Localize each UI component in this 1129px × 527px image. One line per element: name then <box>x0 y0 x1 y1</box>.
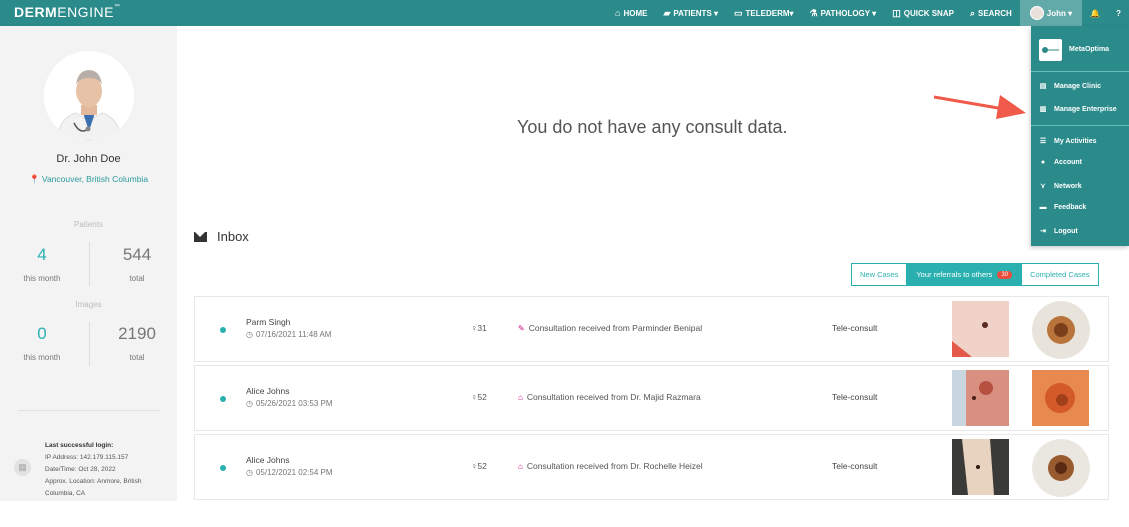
patient-age: ♀52 <box>471 461 487 471</box>
menu-feedback[interactable]: ▬ Feedback <box>1039 204 1087 211</box>
notifications-bell-icon[interactable]: 🔔 <box>1082 0 1108 26</box>
nav-search[interactable]: ⌕ SEARCH <box>962 0 1020 26</box>
inbox-row[interactable]: Alice Johns ◷ 05/12/2021 02:54 PM ♀52 ⌂ Co… <box>194 434 1109 500</box>
dermoscopy-image-thumbnail[interactable] <box>1032 439 1090 497</box>
house-icon: ⌂ <box>518 462 523 471</box>
nav-patients[interactable]: ▰ PATIENTS ▾ <box>655 0 726 26</box>
last-login-info: Last successful login: IP Address: 142.1… <box>45 442 142 497</box>
patient-name: Alice Johns <box>246 455 290 465</box>
envelope-icon <box>194 231 207 242</box>
images-label: Images <box>75 300 102 309</box>
home-icon: ⌂ <box>615 8 621 18</box>
clock-icon: ◷ <box>246 468 253 477</box>
doctor-name: Dr. John Doe <box>56 153 121 165</box>
inbox-row[interactable]: Parm Singh ◷ 07/16/2021 11:48 AM ♀31 ✎ Con… <box>194 296 1109 362</box>
clinical-image-thumbnail[interactable] <box>952 370 1009 426</box>
nav-home[interactable]: ⌂ HOME <box>607 0 655 26</box>
consult-type: Tele-consult <box>832 461 878 471</box>
camera-icon: ◫ <box>892 7 901 18</box>
consult-status: ⌂ Consultation received from Dr. Rochelle… <box>518 461 703 471</box>
case-date: ◷ 07/16/2021 11:48 AM <box>246 330 332 339</box>
annotation-arrow-icon <box>933 95 1026 119</box>
images-total: 2190 total <box>118 324 156 362</box>
menu-logout[interactable]: ⇥ Logout <box>1039 227 1078 236</box>
case-date: ◷ 05/26/2021 03:53 PM <box>246 399 333 408</box>
inbox-tabs: New Cases Your referrals to others 30 Com… <box>851 263 1099 286</box>
images-this-month: 0 this month <box>23 324 61 362</box>
inbox-row[interactable]: Alice Johns ◷ 05/26/2021 03:53 PM ♀52 ⌂ Co… <box>194 365 1109 431</box>
tab-completed-cases[interactable]: Completed Cases <box>1021 263 1099 286</box>
patient-name: Alice Johns <box>246 386 290 396</box>
doctor-location: 📍 Vancouver, British Columbia <box>28 174 149 184</box>
bar-chart-icon: ▥ <box>1039 106 1047 113</box>
patients-icon: ▰ <box>663 7 671 18</box>
nav-telederm[interactable]: ▭ TELEDERM▾ <box>726 0 802 26</box>
menu-manage-enterprise[interactable]: ▥ Manage Enterprise <box>1039 105 1117 114</box>
consult-status: ✎ Consultation received from Parminder Be… <box>518 323 703 333</box>
pen-icon: ✎ <box>518 324 525 333</box>
consult-type: Tele-consult <box>832 323 878 333</box>
menu-network[interactable]: ⋎ Network <box>1039 182 1081 191</box>
patient-age: ♀31 <box>471 323 487 333</box>
dermoscopy-image-thumbnail[interactable] <box>1032 301 1090 359</box>
top-navbar: DERMENGINE™ ⌂ HOME ▰ PATIENTS ▾ ▭ TELEDERM▾… <box>0 0 1129 26</box>
unread-dot <box>220 327 226 333</box>
inbox-heading: Inbox <box>194 229 249 244</box>
unread-dot <box>220 396 226 402</box>
clock-icon: ◷ <box>246 330 253 339</box>
doctor-avatar <box>44 51 134 141</box>
stat-divider <box>89 242 90 286</box>
login-history-icon: ▦ <box>14 459 31 476</box>
network-icon: ⋎ <box>1040 183 1046 190</box>
patient-age: ♀52 <box>471 392 487 402</box>
patients-this-month: 4 this month <box>23 245 61 283</box>
building-icon: ▤ <box>1039 83 1047 90</box>
patients-label: Patients <box>74 220 103 229</box>
help-icon[interactable]: ? <box>1108 0 1129 26</box>
nav-quick-snap[interactable]: ◫ QUICK SNAP <box>884 0 962 26</box>
dropdown-org-header[interactable]: MetaOptima <box>1031 26 1129 72</box>
page-bottom-edge <box>0 501 1129 527</box>
metaoptima-logo-icon <box>1039 39 1062 61</box>
user-avatar <box>1029 6 1044 20</box>
dermoscopy-image-thumbnail[interactable] <box>1032 370 1089 426</box>
empty-consult-message: You do not have any consult data. <box>517 117 788 137</box>
clock-icon: ◷ <box>246 399 253 408</box>
list-icon: ☰ <box>1039 138 1047 145</box>
main-nav: ⌂ HOME ▰ PATIENTS ▾ ▭ TELEDERM▾ ⚗ PATHOLOGY … <box>607 0 1129 26</box>
section-divider <box>18 410 160 411</box>
menu-divider <box>1031 125 1129 126</box>
org-name: MetaOptima <box>1069 46 1110 53</box>
comment-icon: ▬ <box>1039 204 1047 211</box>
menu-account[interactable]: ● Account <box>1039 159 1082 166</box>
consult-status: ⌂ Consultation received from Dr. Majid Ra… <box>518 392 701 402</box>
patients-total: 544 total <box>122 245 152 283</box>
user-dropdown-menu: MetaOptima ▤ Manage Clinic ▥ Manage Enterp… <box>1031 26 1129 246</box>
patient-name: Parm Singh <box>246 317 291 327</box>
tab-new-cases[interactable]: New Cases <box>851 263 908 286</box>
map-pin-icon: 📍 <box>28 174 40 184</box>
consult-type: Tele-consult <box>832 392 878 402</box>
user-menu-toggle[interactable]: John ▾ <box>1019 0 1083 26</box>
profile-sidebar: Dr. John Doe 📍 Vancouver, British Columb… <box>0 26 177 501</box>
house-icon: ⌂ <box>518 393 523 402</box>
stat-divider <box>89 322 90 366</box>
microscope-icon: ⚗ <box>809 7 818 18</box>
logout-icon: ⇥ <box>1040 228 1046 235</box>
case-date: ◷ 05/12/2021 02:54 PM <box>246 468 333 477</box>
search-icon: ⌕ <box>969 7 975 18</box>
tab-referrals-to-others[interactable]: Your referrals to others 30 <box>907 263 1022 286</box>
unread-dot <box>220 465 226 471</box>
dermengine-logo[interactable]: DERMENGINE™ <box>14 4 120 20</box>
user-icon: ● <box>1040 159 1046 166</box>
menu-my-activities[interactable]: ☰ My Activities <box>1039 137 1097 146</box>
telederm-icon: ▭ <box>734 7 743 18</box>
clinical-image-thumbnail[interactable] <box>952 439 1009 495</box>
clinical-image-thumbnail[interactable] <box>952 301 1009 357</box>
nav-pathology[interactable]: ⚗ PATHOLOGY ▾ <box>802 0 885 26</box>
referrals-count-badge: 30 <box>997 270 1013 279</box>
menu-manage-clinic[interactable]: ▤ Manage Clinic <box>1039 82 1101 91</box>
